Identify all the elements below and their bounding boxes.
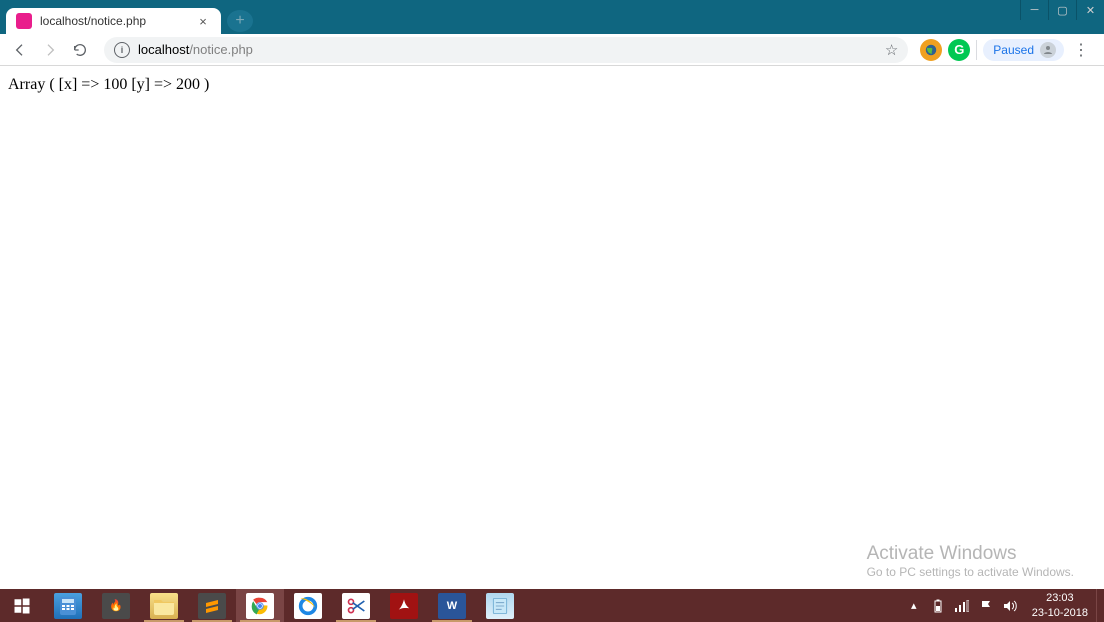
bookmark-star-icon[interactable]: ☆ <box>885 41 898 59</box>
back-button[interactable] <box>8 38 32 62</box>
scissors-icon <box>342 593 370 619</box>
flag-icon[interactable] <box>978 598 994 614</box>
show-desktop-button[interactable] <box>1096 589 1104 622</box>
taskbar-clock[interactable]: 23:03 23-10-2018 <box>1024 589 1096 622</box>
tray-chevron-up-icon[interactable]: ▴ <box>906 598 922 614</box>
taskbar-spacer <box>524 589 900 622</box>
taskbar-app-fire[interactable]: 🔥 <box>92 589 140 622</box>
site-info-icon[interactable]: i <box>114 42 130 58</box>
toolbar-right: G Paused ⋮ <box>920 39 1096 61</box>
taskbar-snipping[interactable] <box>332 589 380 622</box>
tab-strip: localhost/notice.php × + <box>0 8 1104 34</box>
windows-icon <box>13 597 31 615</box>
minimize-button[interactable]: ─ <box>1020 0 1048 20</box>
paused-label: Paused <box>993 43 1034 57</box>
folder-icon <box>150 593 178 619</box>
extension-icon-2[interactable]: G <box>948 39 970 61</box>
clock-time: 23:03 <box>1032 591 1088 605</box>
tab-active[interactable]: localhost/notice.php × <box>6 8 221 34</box>
network-icon[interactable] <box>954 598 970 614</box>
arrow-left-icon <box>12 42 28 58</box>
volume-icon[interactable] <box>1002 598 1018 614</box>
sublime-icon <box>198 593 226 619</box>
system-tray[interactable]: ▴ <box>900 589 1024 622</box>
new-tab-button[interactable]: + <box>227 10 253 32</box>
forward-button[interactable] <box>38 38 62 62</box>
browser-menu-button[interactable]: ⋮ <box>1070 39 1092 61</box>
extension-icon-1[interactable] <box>920 39 942 61</box>
notepad-icon <box>486 593 514 619</box>
arrow-right-icon <box>42 42 58 58</box>
page-content: Array ( [x] => 100 [y] => 200 ) Activate… <box>0 66 1104 589</box>
clock-date: 23-10-2018 <box>1032 606 1088 620</box>
toolbar-divider <box>976 40 977 60</box>
url-text: localhost/notice.php <box>138 42 885 57</box>
activate-windows-watermark: Activate Windows Go to PC settings to ac… <box>867 543 1074 579</box>
acrobat-icon <box>390 593 418 619</box>
close-window-button[interactable]: ✕ <box>1076 0 1104 20</box>
browser-toolbar: i localhost/notice.php ☆ G Paused ⋮ <box>0 34 1104 66</box>
close-tab-button[interactable]: × <box>195 13 211 29</box>
taskbar-word[interactable]: W <box>428 589 476 622</box>
word-icon: W <box>438 593 466 619</box>
address-bar[interactable]: i localhost/notice.php ☆ <box>104 37 908 63</box>
window-titlebar <box>0 0 1104 8</box>
fire-icon: 🔥 <box>102 593 130 619</box>
chrome-icon <box>246 593 274 619</box>
url-path: /notice.php <box>189 42 253 57</box>
taskbar-acrobat[interactable] <box>380 589 428 622</box>
globe-icon <box>924 43 938 57</box>
taskbar-sublime[interactable] <box>188 589 236 622</box>
tab-title: localhost/notice.php <box>40 14 195 28</box>
start-button[interactable] <box>0 589 44 622</box>
window-controls: ─ ▢ ✕ <box>1020 0 1104 20</box>
watermark-subtitle: Go to PC settings to activate Windows. <box>867 565 1074 579</box>
taskbar-notepad[interactable] <box>476 589 524 622</box>
taskbar-ie[interactable] <box>284 589 332 622</box>
profile-paused-pill[interactable]: Paused <box>983 39 1064 61</box>
avatar-icon <box>1040 42 1056 58</box>
calculator-icon <box>54 593 82 619</box>
page-body-text: Array ( [x] => 100 [y] => 200 ) <box>8 76 209 93</box>
favicon-icon <box>16 13 32 29</box>
battery-icon[interactable] <box>930 598 946 614</box>
reload-button[interactable] <box>68 38 92 62</box>
maximize-button[interactable]: ▢ <box>1048 0 1076 20</box>
taskbar-file-explorer[interactable] <box>140 589 188 622</box>
ie-icon <box>294 593 322 619</box>
taskbar: 🔥 W ▴ 23:03 23-10-2018 <box>0 589 1104 622</box>
taskbar-calculator[interactable] <box>44 589 92 622</box>
taskbar-chrome[interactable] <box>236 589 284 622</box>
watermark-title: Activate Windows <box>867 543 1074 565</box>
reload-icon <box>72 42 88 58</box>
url-host: localhost <box>138 42 189 57</box>
